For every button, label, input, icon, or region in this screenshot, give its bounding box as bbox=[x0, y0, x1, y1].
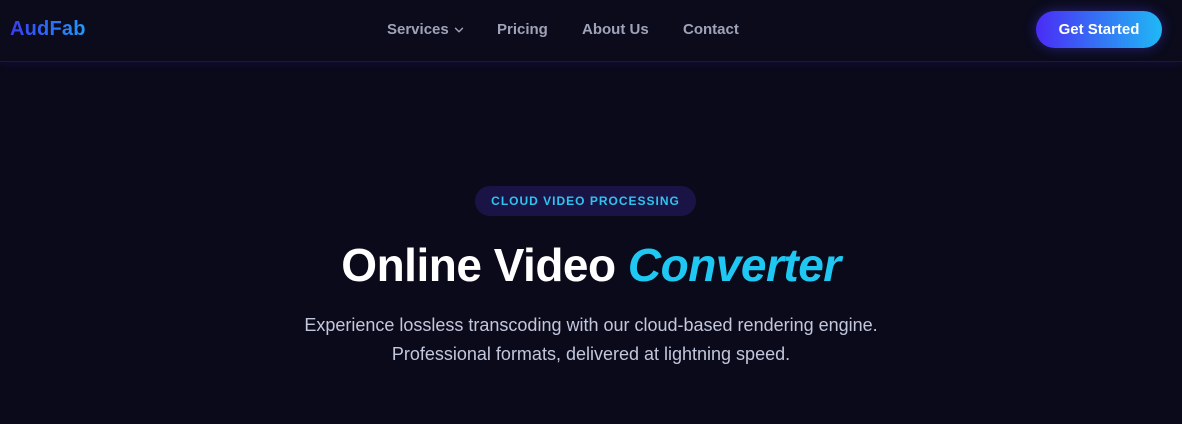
get-started-button[interactable]: Get Started bbox=[1036, 11, 1162, 48]
chevron-down-icon bbox=[454, 27, 463, 33]
nav-link-contact[interactable]: Contact bbox=[683, 21, 739, 38]
nav-links: Services Pricing About Us Contact bbox=[0, 21, 1182, 41]
nav-link-services[interactable]: Services bbox=[387, 21, 464, 38]
navbar: AudFab Services Pricing About Us Contact… bbox=[0, 0, 1182, 62]
hero-section: CLOUD VIDEO PROCESSING Online Video Conv… bbox=[0, 62, 1182, 424]
nav-link-services-label: Services bbox=[387, 21, 449, 38]
hero-title-main: Online Video bbox=[341, 239, 616, 291]
landing-page: AudFab Services Pricing About Us Contact… bbox=[0, 0, 1182, 424]
hero-subtitle-line-1: Experience lossless transcoding with our… bbox=[304, 315, 878, 335]
hero-title: Online Video Converter bbox=[0, 238, 1182, 292]
nav-link-pricing[interactable]: Pricing bbox=[497, 21, 548, 38]
nav-link-about-us[interactable]: About Us bbox=[582, 21, 649, 38]
hero-subtitle-line-2: Professional formats, delivered at light… bbox=[391, 344, 791, 364]
hero-badge: CLOUD VIDEO PROCESSING bbox=[475, 186, 696, 216]
hero-title-accent: Converter bbox=[627, 239, 841, 291]
